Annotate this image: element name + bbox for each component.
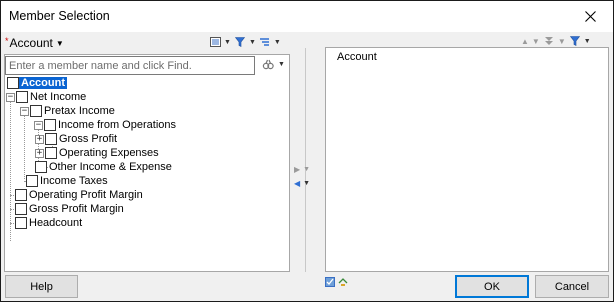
selection-list-item[interactable]: Account (337, 51, 377, 63)
remove-arrow-icon: ◀ (294, 179, 301, 188)
collapse-toggle-icon[interactable]: − (34, 120, 43, 130)
find-icon (262, 59, 274, 70)
dimension-name: Account (9, 36, 53, 50)
filter-caret-icon[interactable]: ▼ (249, 39, 256, 46)
tree-node[interactable]: Gross Profit Margin (15, 202, 126, 216)
member-checkbox[interactable] (45, 147, 57, 159)
sort-icon[interactable] (259, 36, 271, 48)
member-checkbox[interactable] (45, 133, 57, 145)
filter-icon[interactable] (234, 36, 246, 48)
required-marker: * (5, 36, 9, 46)
tree-node-label: Gross Profit Margin (29, 203, 124, 215)
ok-button[interactable]: OK (455, 275, 529, 298)
member-checkbox[interactable] (44, 119, 56, 131)
collapse-toggle-icon[interactable]: − (6, 92, 15, 102)
tree-node[interactable]: − Income from Operations (34, 118, 178, 132)
tree-node-label: Other Income & Expense (49, 161, 172, 173)
left-toolbar: ▼ ▼ ▼ (209, 36, 281, 48)
tree-node-label: Income from Operations (58, 119, 176, 131)
validate-icon[interactable] (325, 277, 335, 287)
move-down-icon[interactable]: ▼ (532, 37, 540, 46)
tree-node-label: Gross Profit (59, 133, 118, 145)
tree-node[interactable]: Income Taxes (26, 174, 110, 188)
help-button[interactable]: Help (5, 275, 78, 298)
member-checkbox[interactable] (30, 105, 42, 117)
cancel-button[interactable]: Cancel (535, 275, 609, 298)
tree-node-label: Income Taxes (40, 175, 108, 187)
member-checkbox[interactable] (15, 189, 27, 201)
member-checkbox[interactable] (26, 175, 38, 187)
find-caret-icon[interactable]: ▼ (278, 61, 285, 68)
expand-toggle-icon[interactable]: + (35, 148, 44, 158)
view-caret-icon[interactable]: ▼ (224, 39, 231, 46)
add-to-selection-button[interactable]: ▶ ▼ (294, 165, 310, 174)
view-icon[interactable] (209, 36, 221, 48)
move-up-icon[interactable]: ▲ (521, 37, 529, 46)
tree-node-label: Headcount (29, 217, 83, 229)
right-toolbar: ▲ ▼ ▼ ▼ (521, 35, 591, 47)
selection-list-panel (325, 47, 609, 272)
tree-node[interactable]: + Operating Expenses (35, 146, 161, 160)
member-checkbox[interactable] (16, 91, 28, 103)
tree-node-label: Net Income (30, 91, 87, 103)
refresh-icon[interactable] (337, 276, 349, 288)
tree-node-label: Account (19, 77, 67, 89)
remove-from-selection-button[interactable]: ◀ ▼ (294, 179, 310, 188)
close-button[interactable] (567, 1, 613, 32)
tree-node-label: Operating Profit Margin (29, 189, 143, 201)
tree-node-label: Operating Expenses (59, 147, 159, 159)
close-icon (584, 11, 596, 22)
selection-footer-icons (325, 276, 349, 288)
expand-toggle-icon[interactable]: + (35, 134, 44, 144)
find-button[interactable]: ▼ (262, 59, 285, 70)
tree-node[interactable]: Headcount (15, 216, 84, 230)
selection-filter-icon[interactable] (569, 35, 581, 47)
dialog-title: Member Selection (9, 9, 110, 23)
panel-splitter[interactable] (305, 48, 306, 272)
remove-caret-icon[interactable]: ▼ (303, 180, 310, 187)
chevron-down-icon: ▼ (55, 38, 64, 48)
member-checkbox[interactable] (15, 217, 27, 229)
tree-node[interactable]: Account (7, 76, 67, 90)
tree-node[interactable]: − Pretax Income (20, 104, 117, 118)
tree-node[interactable]: Operating Profit Margin (15, 188, 145, 202)
tree-node[interactable]: Other Income & Expense (35, 160, 174, 174)
collapse-toggle-icon[interactable]: − (20, 106, 29, 116)
move-caret-icon[interactable]: ▼ (558, 37, 566, 46)
add-arrow-icon: ▶ (294, 165, 301, 174)
tree-node[interactable]: + Gross Profit (35, 132, 119, 146)
add-caret-icon[interactable]: ▼ (303, 166, 310, 173)
dimension-dropdown[interactable]: * Account ▼ (5, 36, 64, 50)
title-bar: Member Selection (1, 1, 613, 32)
sort-caret-icon[interactable]: ▼ (274, 39, 281, 46)
member-checkbox[interactable] (15, 203, 27, 215)
member-checkbox[interactable] (7, 77, 19, 89)
tree-node-label: Pretax Income (44, 105, 115, 117)
tree-node[interactable]: − Net Income (6, 90, 88, 104)
member-search-input[interactable] (5, 56, 255, 75)
member-checkbox[interactable] (35, 161, 47, 173)
selection-filter-caret-icon[interactable]: ▼ (584, 38, 591, 45)
move-bottom-icon[interactable] (543, 35, 555, 47)
